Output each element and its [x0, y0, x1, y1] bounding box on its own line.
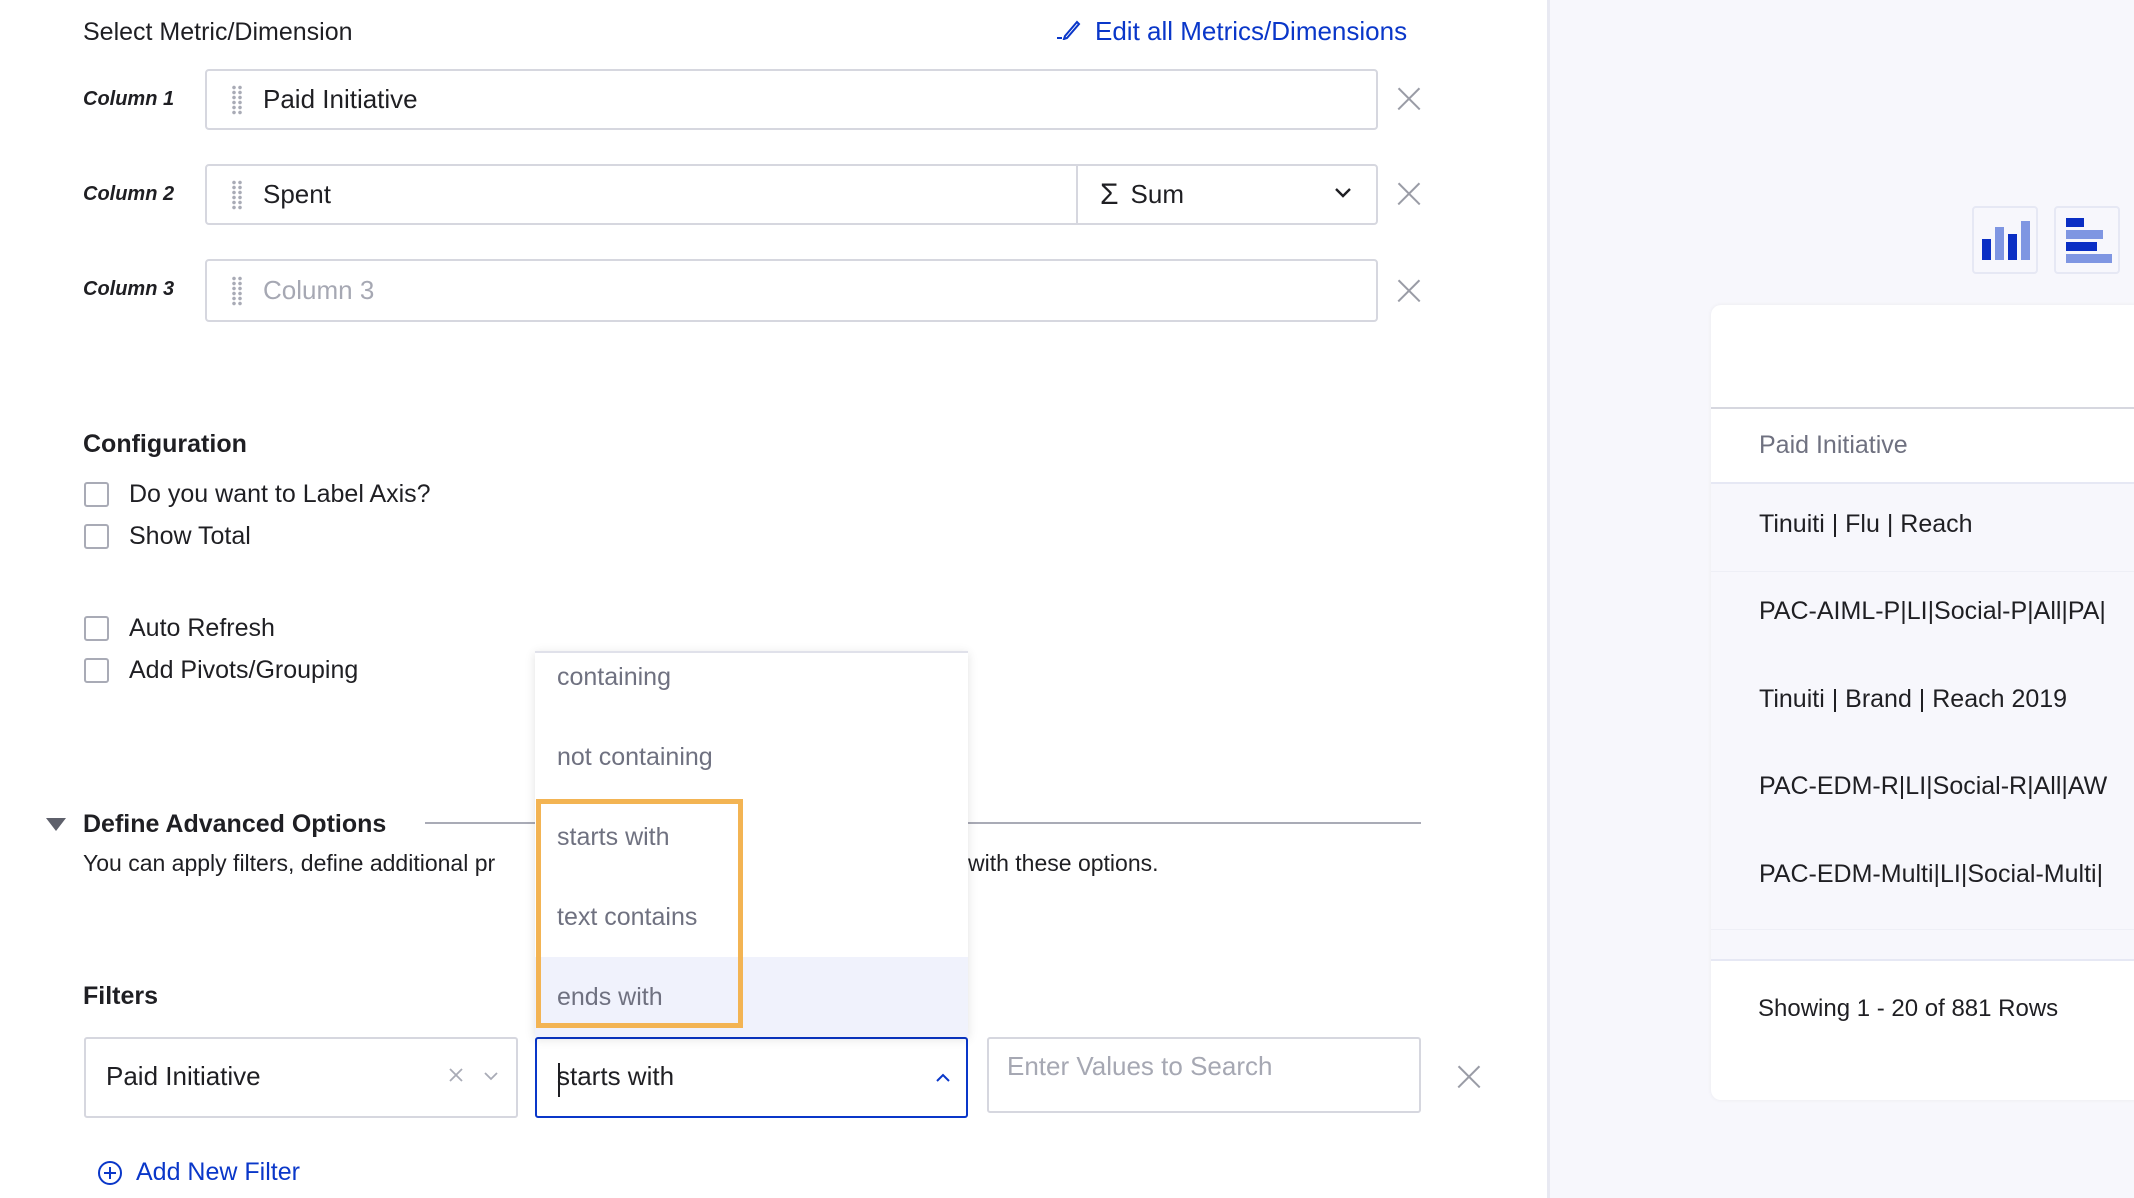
configuration-title: Configuration: [83, 430, 247, 458]
table-row: Tinuiti | Brand | Reach 2019: [1759, 685, 2068, 713]
chevron-up-icon[interactable]: [935, 1071, 951, 1089]
remove-column-2-icon[interactable]: [1396, 181, 1422, 207]
advanced-description-end: with these options.: [968, 850, 1159, 876]
column-chart-button[interactable]: [1972, 206, 2038, 274]
column-3-placeholder: Column 3: [263, 275, 375, 305]
table-row: PAC-EDM-R|LI|Social-R|All|AW: [1759, 772, 2108, 800]
filters-title: Filters: [83, 982, 159, 1010]
add-new-filter-button[interactable]: Add New Filter: [98, 1158, 300, 1187]
label-axis-checkbox[interactable]: [84, 482, 109, 507]
label-axis-label: Do you want to Label Axis?: [129, 480, 431, 508]
edit-all-metrics-link[interactable]: Edit all Metrics/Dimensions: [1055, 16, 1407, 47]
drag-handle-icon[interactable]: [231, 84, 243, 115]
column-chart-icon: [1982, 221, 2030, 260]
column-2-value: Spent: [263, 179, 331, 209]
chevron-down-icon[interactable]: [483, 1069, 499, 1087]
filter-operator-select[interactable]: starts with: [535, 1037, 968, 1118]
column-3-label: Column 3: [83, 278, 175, 300]
remove-filter-icon[interactable]: [1456, 1064, 1482, 1090]
show-total-option[interactable]: Show Total: [84, 522, 251, 551]
auto-refresh-option[interactable]: Auto Refresh: [84, 614, 275, 643]
data-preview-table: Paid Initiative Tinuiti | Flu | Reach PA…: [1711, 305, 2134, 1100]
row-divider: [1711, 929, 2134, 930]
bar-chart-icon: [2066, 218, 2112, 263]
widget-config-panel: Select Metric/Dimension Edit all Metrics…: [0, 0, 1549, 1198]
advanced-options-title[interactable]: Define Advanced Options: [83, 810, 386, 839]
add-new-filter-label: Add New Filter: [136, 1158, 300, 1186]
table-row: PAC-AIML-P|LI|Social-P|All|PA|: [1759, 597, 2106, 625]
column-1-field[interactable]: Paid Initiative: [205, 69, 1378, 130]
plus-circle-icon: [98, 1160, 122, 1185]
column-1-label: Column 1: [83, 88, 175, 110]
auto-refresh-label: Auto Refresh: [129, 614, 275, 642]
advanced-description-start: You can apply filters, define additional…: [83, 850, 496, 876]
filter-operator-value: starts with: [557, 1061, 675, 1091]
column-1-value: Paid Initiative: [263, 84, 418, 114]
column-header-paid-initiative[interactable]: Paid Initiative: [1711, 409, 2134, 484]
collapse-triangle-icon[interactable]: [46, 818, 66, 831]
column-2-field[interactable]: Spent Σ Sum: [205, 164, 1378, 225]
drag-handle-icon[interactable]: [231, 275, 243, 306]
filter-value-placeholder: Enter Values to Search: [1007, 1051, 1273, 1081]
aggregation-value: Sum: [1130, 179, 1185, 209]
drag-handle-icon[interactable]: [231, 179, 243, 210]
bar-chart-button[interactable]: [2054, 206, 2120, 274]
label-axis-option[interactable]: Do you want to Label Axis?: [84, 480, 431, 509]
option-ends-with[interactable]: ends with: [535, 957, 968, 1037]
column-3-field[interactable]: Column 3: [205, 259, 1378, 322]
table-row: Tinuiti | Flu | Reach: [1759, 510, 1973, 538]
show-total-checkbox[interactable]: [84, 524, 109, 549]
filter-field-select[interactable]: Paid Initiative: [84, 1037, 518, 1118]
table-row: PAC-EDM-Multi|LI|Social-Multi|: [1759, 860, 2104, 888]
remove-column-1-icon[interactable]: [1396, 86, 1422, 112]
column-2-label: Column 2: [83, 183, 175, 205]
show-total-label: Show Total: [129, 522, 251, 550]
filter-field-value: Paid Initiative: [106, 1061, 261, 1091]
add-pivots-label: Add Pivots/Grouping: [129, 656, 359, 684]
remove-column-3-icon[interactable]: [1396, 278, 1422, 304]
table-body[interactable]: Tinuiti | Flu | Reach PAC-AIML-P|LI|Soci…: [1711, 484, 2134, 961]
select-metric-label: Select Metric/Dimension: [83, 18, 353, 46]
add-pivots-option[interactable]: Add Pivots/Grouping: [84, 656, 358, 685]
option-starts-with[interactable]: starts with: [535, 797, 968, 877]
filter-value-input[interactable]: Enter Values to Search: [987, 1037, 1421, 1113]
clear-icon[interactable]: [448, 1067, 464, 1088]
option-text-contains[interactable]: text contains: [535, 877, 968, 957]
operator-dropdown-menu: containing not containing starts with te…: [535, 651, 968, 1037]
option-not-containing[interactable]: not containing: [535, 717, 968, 797]
chevron-down-icon: [1334, 186, 1352, 204]
aggregation-select[interactable]: Σ Sum: [1076, 166, 1376, 223]
sigma-icon: Σ: [1100, 177, 1119, 211]
pencil-icon: [1055, 16, 1081, 47]
table-toolbar: [1711, 305, 2134, 409]
option-containing[interactable]: containing: [535, 653, 968, 717]
row-count-footer: Showing 1 - 20 of 881 Rows: [1758, 995, 2059, 1022]
edit-all-metrics-label: Edit all Metrics/Dimensions: [1095, 16, 1408, 46]
auto-refresh-checkbox[interactable]: [84, 616, 109, 641]
row-divider: [1711, 571, 2134, 572]
add-pivots-checkbox[interactable]: [84, 658, 109, 683]
